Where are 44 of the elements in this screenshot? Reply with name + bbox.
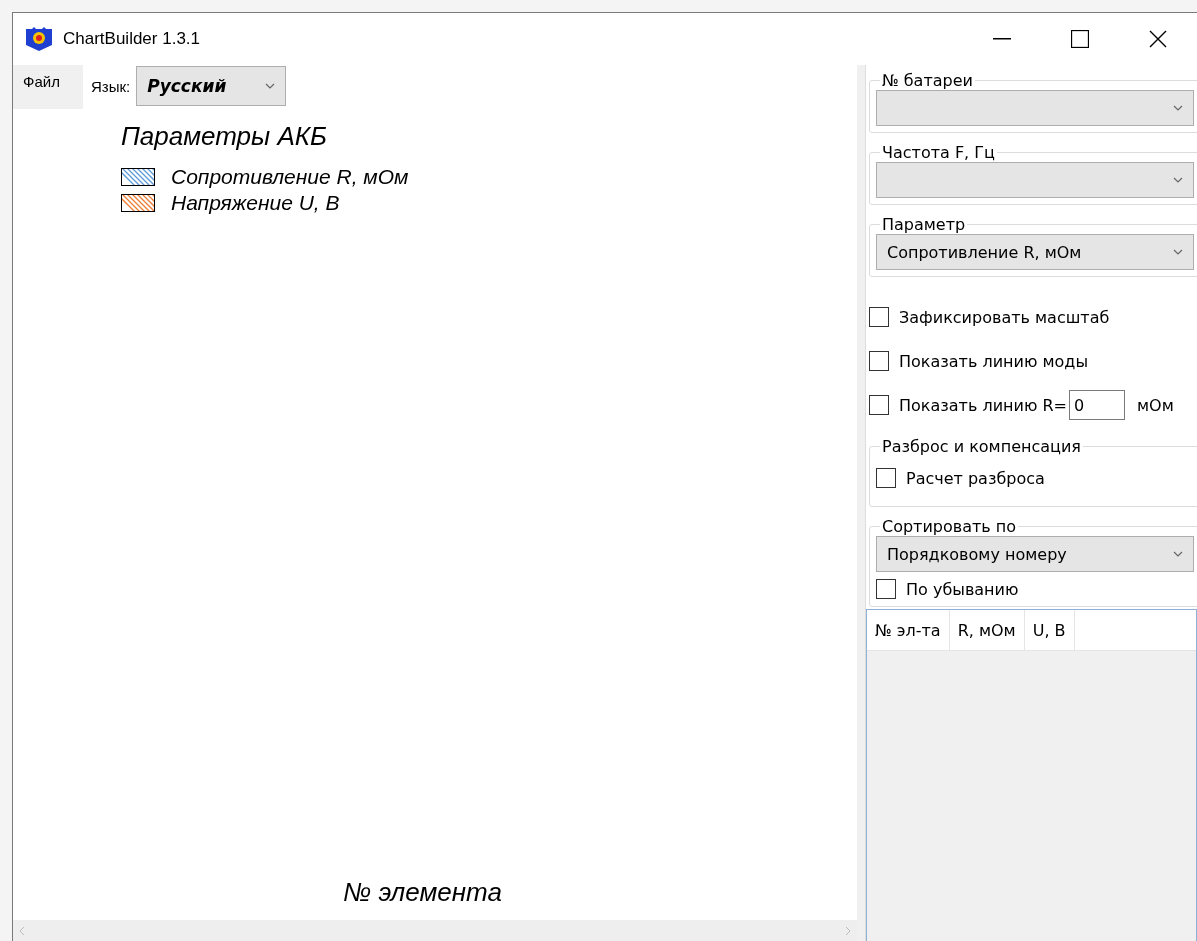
menu-item[interactable]: Файл <box>13 65 83 109</box>
x-axis-label: № элемента <box>343 877 503 908</box>
dropdown-caret-icon <box>1173 551 1183 557</box>
parameter-dropdown[interactable]: Сопротивление R, мОм <box>876 234 1194 270</box>
dropdown-caret-icon <box>265 83 276 89</box>
checkbox[interactable] <box>876 579 896 599</box>
unit-label: мОм <box>1137 395 1174 415</box>
group-label: № батареи <box>881 71 974 90</box>
scroll-left-icon[interactable] <box>19 926 25 936</box>
maximize-icon <box>1071 30 1089 48</box>
sort-dropdown[interactable]: Порядковому номеру <box>876 536 1194 572</box>
checkbox[interactable] <box>869 395 889 415</box>
checkbox-label: Показать линию моды <box>899 351 1089 371</box>
checkbox-label: Зафиксировать масштаб <box>899 307 1110 327</box>
checkbox[interactable] <box>876 468 896 488</box>
checkbox-label: Показать линию R= <box>899 395 1067 415</box>
legend-label: Напряжение U, В <box>171 191 340 215</box>
minimize-icon <box>993 38 1011 40</box>
dropdown-caret-icon <box>1173 177 1183 183</box>
window-title: ChartBuilder 1.3.1 <box>63 29 202 49</box>
legend-label: Сопротивление R, мОм <box>171 165 409 189</box>
group-label: Частота F, Гц <box>881 143 996 162</box>
input-field[interactable]: 0 <box>1069 390 1125 420</box>
checkbox-label: По убыванию <box>906 579 1019 599</box>
close-icon <box>1149 30 1167 48</box>
chart-title: Параметры АКБ <box>121 121 328 152</box>
column-header[interactable]: № эл-та <box>867 610 950 650</box>
scroll-right-icon[interactable] <box>845 926 851 936</box>
dropdown-caret-icon <box>1173 105 1183 111</box>
checkbox[interactable] <box>869 307 889 327</box>
battery-dropdown[interactable] <box>876 90 1194 126</box>
language-label: Язык: <box>91 78 131 97</box>
dropdown-caret-icon <box>1173 249 1183 255</box>
app-logo-icon <box>25 27 53 51</box>
language-dropdown[interactable]: Русский <box>136 66 287 106</box>
group-label: Параметр <box>881 215 967 234</box>
group-label: Разброс и компенсация <box>881 437 1082 456</box>
checkbox-label: Расчет разброса <box>906 468 1045 488</box>
column-header[interactable]: U, В <box>1024 610 1075 650</box>
column-header[interactable]: R, мОм <box>949 610 1025 650</box>
frequency-dropdown[interactable] <box>876 162 1194 198</box>
group-label: Сортировать по <box>881 517 1018 536</box>
horizontal-scrollbar[interactable] <box>13 920 857 941</box>
checkbox[interactable] <box>869 351 889 371</box>
